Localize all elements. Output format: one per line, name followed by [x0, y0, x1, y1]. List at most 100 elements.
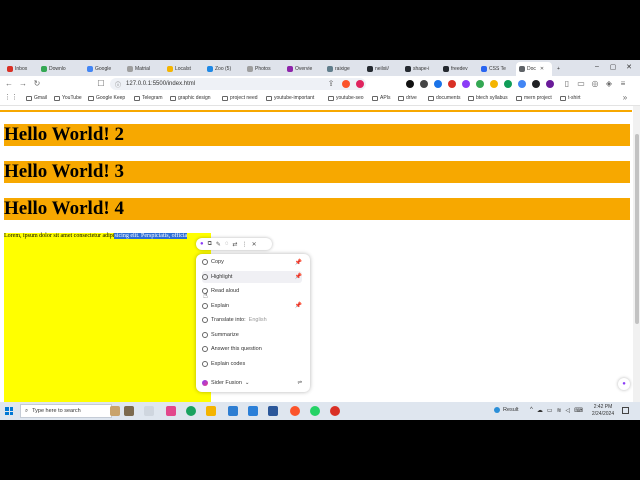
extension-icon-6[interactable] — [490, 80, 498, 88]
translate-quick-icon[interactable]: ⇄ — [233, 241, 238, 248]
scrollbar-thumb[interactable] — [635, 134, 639, 324]
task-view-icon[interactable] — [144, 406, 154, 416]
page-scrollbar[interactable] — [633, 106, 640, 402]
sider-floating-button[interactable]: ● — [618, 378, 630, 390]
sider-fusion-selector[interactable]: Sider Fusion ⌄ ⇌ — [202, 378, 302, 388]
taskbar-search[interactable]: ⌕ Type here to search — [20, 404, 112, 418]
taskbar-clock[interactable]: 2:42 PM 2/24/2024 — [588, 404, 618, 418]
reload-icon[interactable]: ↻ — [32, 79, 42, 88]
volume-icon[interactable]: ◁ — [566, 407, 571, 414]
vpn-icon[interactable]: ◎ — [590, 79, 600, 88]
browser-tab[interactable]: Localst — [164, 62, 200, 76]
back-arrow-icon[interactable]: ← — [4, 79, 14, 88]
highlight-quick-icon[interactable]: ✎ — [216, 241, 221, 248]
bookmark-item[interactable]: graphic design — [170, 95, 211, 101]
menu-item-highlight[interactable]: Highlight 📌 — [202, 270, 302, 283]
menu-item-read-aloud[interactable]: Read aloud — [202, 285, 302, 297]
menu-item-copy[interactable]: Copy 📌 — [202, 256, 302, 268]
site-info-icon[interactable]: ⓘ — [115, 80, 121, 89]
extension-icon-10[interactable] — [546, 80, 554, 88]
menu-item-answer-this-question[interactable]: Answer this question — [202, 343, 302, 355]
browser-tab[interactable]: shape-i — [402, 62, 438, 76]
mail-app-icon[interactable] — [228, 406, 238, 416]
browser-tab[interactable]: Inbox — [4, 62, 36, 76]
menu-item-summarize[interactable]: Summarize — [202, 329, 302, 341]
extension-icon-7[interactable] — [504, 80, 512, 88]
browser-tab[interactable]: Matrial — [124, 62, 160, 76]
whatsapp-icon[interactable] — [310, 406, 320, 416]
pin-icon[interactable]: 📌 — [295, 273, 302, 280]
browser-tab[interactable]: CSS Te — [478, 62, 514, 76]
more-bookmarks-icon[interactable]: » — [620, 93, 630, 102]
wifi-icon[interactable]: ≋ — [557, 407, 562, 414]
vscode-icon[interactable] — [248, 406, 258, 416]
browser-tab[interactable]: freedev — [440, 62, 476, 76]
browser-tab[interactable]: Overvie — [284, 62, 320, 76]
bookmark-item[interactable]: Gmail — [26, 95, 47, 101]
bookmark-item[interactable]: YouTube — [54, 95, 82, 101]
menu-icon[interactable]: ≡ — [618, 79, 628, 88]
sider-extension-icon[interactable] — [462, 80, 470, 88]
bookmark-item[interactable]: mern project — [516, 95, 552, 101]
language-icon[interactable]: ⌨ — [574, 407, 583, 414]
bookmark-item[interactable]: t-shirt — [560, 95, 581, 101]
browser-tab[interactable]: neilxii/ — [364, 62, 400, 76]
bookmark-item[interactable]: drive — [398, 95, 417, 101]
chat-quick-icon[interactable]: ◌ — [225, 241, 229, 247]
minimize-icon[interactable]: – — [592, 63, 602, 70]
bookmark-item[interactable]: Google Keep — [88, 95, 125, 101]
sidebar-icon[interactable]: ▯ — [562, 79, 572, 88]
browser-tab[interactable]: Doc ✕ — [516, 62, 552, 76]
weather-widget[interactable]: Result — [494, 407, 519, 413]
word-icon[interactable] — [268, 406, 278, 416]
system-tray[interactable]: ^ ☁ ▭ ≋ ◁ ⌨ — [530, 407, 583, 414]
brave-browser-icon[interactable] — [290, 406, 300, 416]
wallet-icon[interactable]: ▭ — [576, 79, 586, 88]
bookmark-item[interactable]: youtube-important — [266, 95, 314, 101]
browser-tab[interactable]: Zoo (5) — [204, 62, 242, 76]
app-icon-red[interactable] — [330, 406, 340, 416]
brave-shield-icon[interactable] — [342, 80, 350, 88]
forward-arrow-icon[interactable]: → — [18, 79, 28, 88]
more-options-icon[interactable]: ⋮ — [242, 241, 248, 248]
extension-icon-8[interactable] — [518, 80, 526, 88]
taskbar-widget-icon[interactable] — [110, 406, 120, 416]
menu-item-explain-codes[interactable]: Explain codes — [202, 358, 302, 370]
menu-item-translate-into[interactable]: Translate into: English — [202, 314, 302, 326]
browser-tab[interactable]: Google — [84, 62, 120, 76]
close-tab-icon[interactable]: ✕ — [540, 66, 544, 72]
maximize-icon[interactable]: ▢ — [608, 63, 618, 71]
sider-logo-icon[interactable]: ● — [200, 241, 204, 247]
bookmark-item[interactable]: Telegram — [134, 95, 163, 101]
extension-icon-3[interactable] — [434, 80, 442, 88]
extension-icon-2[interactable] — [420, 80, 428, 88]
lorem-paragraph[interactable]: Lorem, ipsum dolor sit amet consectetur … — [4, 233, 188, 239]
bookmark-item[interactable]: APIs — [372, 95, 391, 101]
apps-grid-icon[interactable]: ⋮⋮ — [4, 93, 18, 101]
tray-chevron-icon[interactable]: ^ — [530, 407, 533, 414]
bookmark-icon[interactable]: ☐ — [96, 79, 106, 88]
pin-icon[interactable]: 📌 — [295, 302, 302, 309]
bookmark-item[interactable]: documents — [428, 95, 460, 101]
browser-tab[interactable]: Photos — [244, 62, 280, 76]
settings-sliders-icon[interactable]: ⇌ — [297, 380, 302, 386]
menu-item-explain[interactable]: Explain 📌 — [202, 300, 302, 312]
extension-icon-1[interactable] — [406, 80, 414, 88]
bookmark-item[interactable]: btech syllabus — [468, 95, 508, 101]
bookmark-item[interactable]: youtube-seo — [328, 95, 364, 101]
browser-tab[interactable]: Downlo — [38, 62, 74, 76]
shield-icon[interactable]: ◈ — [604, 79, 614, 88]
extension-icon-9[interactable] — [532, 80, 540, 88]
extension-icon-4[interactable] — [448, 80, 456, 88]
windows-start-icon[interactable] — [5, 407, 13, 415]
bookmark-item[interactable]: project need — [222, 95, 258, 101]
taskbar-widget-icon-2[interactable] — [124, 406, 134, 416]
copilot-icon[interactable] — [166, 406, 176, 416]
browser-tab[interactable]: raixige — [324, 62, 360, 76]
cloud-icon[interactable]: ☁ — [537, 407, 543, 414]
extension-icon-5[interactable] — [476, 80, 484, 88]
notifications-icon[interactable] — [622, 407, 629, 414]
share-icon[interactable]: ⇪ — [326, 79, 336, 88]
rewards-icon[interactable] — [356, 80, 364, 88]
new-tab-button[interactable]: + — [554, 62, 564, 76]
